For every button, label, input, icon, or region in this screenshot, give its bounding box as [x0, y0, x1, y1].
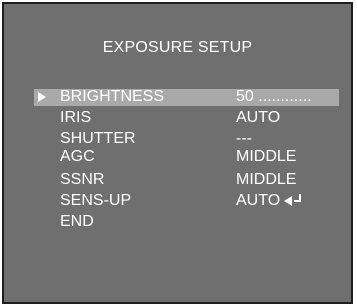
shutter-value: --- — [236, 130, 252, 147]
ssnr-value: MIDDLE — [236, 171, 297, 188]
menu-title: EXPOSURE SETUP — [102, 39, 253, 56]
brightness-value: 50 ............ — [236, 88, 312, 105]
menu-item-sens-up[interactable]: SENS-UP AUTO — [4, 193, 351, 210]
menu-item-label: IRIS — [60, 109, 92, 126]
screen-frame: EXPOSURE SETUP BRIGHTNESS 50 ...........… — [0, 0, 357, 308]
triangle-right-icon — [38, 92, 46, 102]
menu-item-label: SSNR — [60, 171, 105, 188]
sens-up-value: AUTO — [236, 192, 281, 209]
agc-value: MIDDLE — [236, 148, 297, 165]
menu-item-ssnr[interactable]: SSNR MIDDLE — [4, 172, 351, 189]
menu-item-agc[interactable]: AGC MIDDLE — [4, 149, 351, 166]
exposure-setup-menu: EXPOSURE SETUP BRIGHTNESS 50 ...........… — [2, 2, 353, 304]
enter-arrow-icon — [284, 194, 302, 206]
menu-item-label: AGC — [60, 148, 95, 165]
menu-item-brightness[interactable]: BRIGHTNESS 50 ............ — [34, 89, 339, 106]
menu-item-label: SHUTTER — [60, 130, 136, 147]
menu-item-label: BRIGHTNESS — [60, 88, 165, 105]
sens-up-value-group: AUTO — [236, 193, 304, 209]
menu-item-iris[interactable]: IRIS AUTO — [4, 110, 351, 127]
menu-item-shutter[interactable]: SHUTTER --- — [4, 131, 351, 148]
menu-item-label: SENS-UP — [60, 192, 132, 209]
menu-item-end[interactable]: END — [4, 214, 351, 231]
menu-item-label: END — [60, 213, 94, 230]
iris-value: AUTO — [236, 109, 281, 126]
